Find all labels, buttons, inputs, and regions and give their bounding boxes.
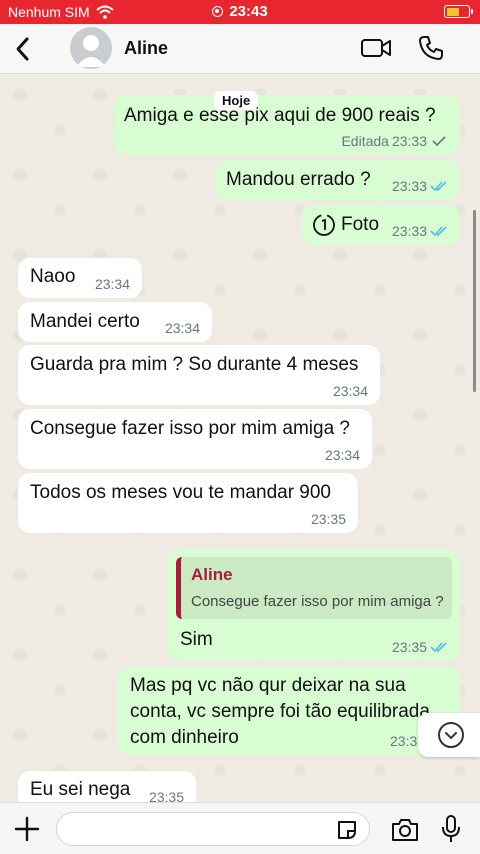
message-time: 23:3 — [390, 733, 418, 749]
message-meta: 23:35 — [149, 789, 184, 802]
status-time: 23:43 — [229, 3, 268, 20]
back-chevron-icon[interactable] — [12, 36, 34, 62]
day-divider: Hoje — [214, 91, 259, 110]
message-meta: 23:34 — [165, 320, 200, 336]
message-meta: 23:34 — [325, 447, 360, 463]
message-meta: 23:34 — [95, 276, 130, 292]
microphone-icon[interactable] — [440, 814, 462, 844]
battery-fill — [446, 7, 459, 16]
video-call-icon[interactable] — [360, 36, 392, 60]
message-text: Mandou errado ? — [226, 169, 371, 190]
message-line: conta, vc sempre foi tão equilibrada — [130, 701, 430, 722]
message-meta: 23:3 — [390, 733, 417, 749]
message-text: Guarda pra mim ? So durante 4 meses — [30, 354, 359, 375]
message-bubble[interactable]: Foto 23:33 — [302, 205, 460, 245]
scroll-indicator[interactable] — [473, 210, 476, 392]
double-check-icon — [430, 226, 447, 237]
chat-header: Aline — [0, 24, 480, 74]
battery-icon — [444, 5, 473, 18]
message-text: Eu sei nega — [30, 779, 131, 800]
sticker-icon[interactable] — [336, 819, 358, 841]
view-once-icon — [313, 214, 335, 236]
input-bar — [0, 802, 480, 854]
message-meta: 23:33 — [392, 223, 448, 239]
message-bubble[interactable]: Consegue fazer isso por mim amiga ? 23:3… — [18, 409, 372, 469]
message-time: 23:34 — [324, 447, 360, 463]
avatar-icon — [76, 35, 106, 67]
message-bubble[interactable]: Eu sei nega 23:35 — [18, 771, 196, 802]
message-time: 23:34 — [164, 320, 200, 336]
message-bubble[interactable]: Naoo 23:34 — [18, 258, 142, 298]
message-line: com dinheiro — [130, 727, 239, 748]
avatar[interactable] — [70, 27, 112, 69]
message-meta: 23:34 — [333, 383, 368, 399]
clock: 23:43 — [0, 3, 480, 20]
status-bar: Nenhum SIM 23:43 — [0, 0, 480, 24]
reply-quote[interactable]: Aline Consegue fazer isso por mim amiga … — [176, 557, 452, 619]
phone-icon[interactable] — [418, 35, 444, 61]
message-time: 23:34 — [94, 276, 130, 292]
message-time: 23:35 — [391, 639, 427, 655]
message-time: 23:33 — [391, 133, 427, 149]
camera-icon[interactable] — [390, 817, 420, 843]
message-bubble[interactable]: Amiga e esse pix aqui de 900 reais ? Edi… — [114, 95, 460, 155]
message-time: 23:34 — [332, 383, 368, 399]
message-bubble[interactable]: Mandou errado ? 23:33 — [216, 160, 460, 200]
scroll-to-bottom-button[interactable] — [418, 713, 480, 757]
single-check-icon — [432, 136, 446, 147]
message-text: Todos os meses vou te mandar 900 — [30, 482, 332, 503]
message-meta: 23:35 — [392, 639, 448, 655]
message-input[interactable] — [56, 812, 370, 846]
edited-label: Editada — [341, 133, 389, 149]
chat-area[interactable]: Amiga e esse pix aqui de 900 reais ? Edi… — [0, 75, 480, 802]
message-time: 23:33 — [391, 223, 427, 239]
contact-name[interactable]: Aline — [124, 38, 168, 59]
message-text: Naoo — [30, 266, 76, 287]
screen-record-icon — [212, 6, 224, 17]
message-bubble[interactable]: Guarda pra mim ? So durante 4 meses 23:3… — [18, 345, 380, 405]
message-bubble[interactable]: Aline Consegue fazer isso por mim amiga … — [168, 549, 460, 661]
reply-text: Consegue fazer isso por mim amiga ? — [191, 593, 444, 610]
message-text: Sim — [180, 629, 213, 650]
message-text: Foto — [341, 214, 380, 235]
message-line: Mas pq vc não qur deixar na sua — [130, 675, 406, 696]
message-time: 23:35 — [148, 789, 184, 802]
message-text: Mandei certo — [30, 311, 140, 332]
battery-group — [444, 5, 473, 18]
message-bubble[interactable]: Todos os meses vou te mandar 900 23:35 — [18, 473, 358, 533]
plus-icon[interactable] — [14, 816, 40, 842]
message-text: Amiga e esse pix aqui de 900 reais ? — [124, 105, 436, 126]
message-time: 23:33 — [391, 178, 427, 194]
message-meta: 23:33 — [392, 178, 448, 194]
message-meta: 23:35 — [311, 511, 346, 527]
reply-author: Aline — [191, 565, 233, 584]
message-time: 23:35 — [310, 511, 346, 527]
double-check-icon — [430, 642, 447, 653]
message-bubble[interactable]: Mas pq vc não qur deixar na sua conta, v… — [118, 667, 460, 755]
message-bubble[interactable]: Mandei certo 23:34 — [18, 302, 212, 342]
message-meta: Editada 23:33 — [341, 133, 448, 149]
chevron-down-icon — [438, 722, 464, 748]
message-text: Consegue fazer isso por mim amiga ? — [30, 418, 350, 439]
double-check-icon — [430, 181, 447, 192]
